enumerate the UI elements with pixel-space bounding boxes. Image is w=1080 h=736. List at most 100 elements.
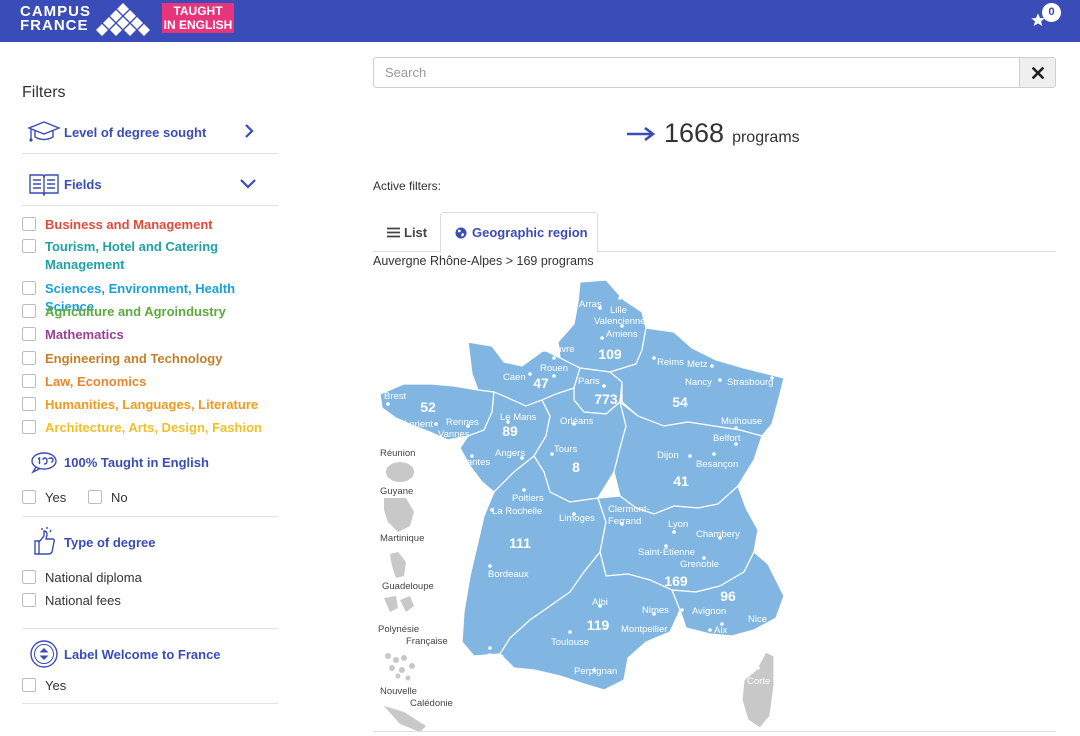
city-label: La Rochelle: [492, 506, 542, 517]
region-count: 54: [672, 394, 688, 410]
welcome-to-france-label: Label Welcome to France: [64, 646, 221, 662]
divider: [22, 153, 278, 154]
thumbs-up-icon: [26, 527, 62, 557]
overseas-polynesie[interactable]: [385, 653, 415, 681]
city-label: Mulhouse: [721, 416, 762, 427]
city-label: Paris: [578, 376, 600, 387]
badge-line-2: IN ENGLISH: [163, 18, 233, 32]
city-label: Caen: [503, 372, 526, 383]
welcome-label-icon: [26, 639, 62, 669]
option-label: National fees: [45, 593, 121, 608]
overseas-guadeloupe[interactable]: [384, 596, 414, 612]
checkbox[interactable]: [88, 490, 102, 504]
chevron-down-icon: [240, 177, 256, 192]
field-option-business[interactable]: Business and Management: [22, 216, 213, 234]
globe-icon: [455, 227, 467, 238]
checkbox[interactable]: [22, 281, 36, 295]
city-label: Avignon: [692, 606, 726, 617]
field-option-agriculture[interactable]: Agriculture and Agroindustry: [22, 303, 226, 321]
active-filters-label: Active filters:: [373, 179, 442, 193]
option-label: Yes: [45, 678, 67, 693]
checkbox[interactable]: [22, 327, 36, 341]
city-label: Angers: [495, 448, 525, 459]
fields-label: Fields: [64, 176, 102, 192]
city-label: Reims: [657, 357, 684, 368]
checkbox[interactable]: [22, 593, 36, 607]
city-label: Dijon: [657, 450, 679, 461]
field-option-tourism[interactable]: Tourism, Hotel and Catering Management: [22, 238, 232, 274]
tab-geographic-region[interactable]: Geographic region: [440, 212, 598, 253]
clear-search-button[interactable]: [1019, 57, 1056, 88]
english-option-yes[interactable]: Yes: [22, 489, 66, 507]
filter-welcome-to-france[interactable]: Label Welcome to France: [22, 630, 278, 678]
region-count: 8: [572, 459, 580, 475]
divider: [22, 205, 278, 206]
overseas-label: Guyane: [380, 486, 413, 497]
overseas-guyane[interactable]: [384, 498, 414, 532]
close-icon: [1031, 66, 1044, 79]
level-of-degree-label: Level of degree sought: [64, 124, 207, 140]
book-icon: [26, 169, 62, 199]
overseas-martinique[interactable]: [390, 552, 406, 578]
filter-taught-in-english[interactable]: 100% Taught in English: [22, 438, 278, 486]
chevron-right-icon: [244, 123, 254, 141]
overseas-reunion[interactable]: [386, 462, 414, 482]
overseas-label: Nouvelle: [380, 686, 417, 697]
city-label: Le Mans: [500, 412, 537, 423]
region-corse[interactable]: [741, 651, 775, 729]
checkbox[interactable]: [22, 374, 36, 388]
english-option-no[interactable]: No: [88, 489, 128, 507]
city-label: Toulouse: [551, 637, 589, 648]
city-label: Valenciennes: [594, 316, 651, 327]
filter-level-of-degree[interactable]: Level of degree sought: [22, 108, 278, 156]
filters-title: Filters: [22, 84, 66, 101]
favorites-count-badge: 0: [1042, 3, 1061, 22]
field-label: Agriculture and Agroindustry: [45, 304, 226, 319]
field-option-architecture[interactable]: Architecture, Arts, Design, Fashion: [22, 419, 262, 437]
checkbox[interactable]: [22, 217, 36, 231]
field-option-law[interactable]: Law, Economics: [22, 373, 146, 391]
city-label: Pau: [487, 652, 504, 663]
checkbox[interactable]: [22, 570, 36, 584]
city-label: Nancy: [685, 377, 712, 388]
checkbox[interactable]: [22, 420, 36, 434]
filter-type-of-degree[interactable]: Type of degree: [22, 518, 278, 566]
arrow-right-icon: [627, 126, 655, 141]
city-label: Grenoble: [680, 559, 719, 570]
field-option-mathematics[interactable]: Mathematics: [22, 326, 124, 344]
city-label: Corte: [747, 676, 770, 687]
region-count: 773: [594, 391, 618, 407]
checkbox[interactable]: [22, 304, 36, 318]
city-label: Belfort: [713, 433, 741, 444]
field-option-humanities[interactable]: Humanities, Languages, Literature: [22, 396, 258, 414]
welcome-option-yes[interactable]: Yes: [22, 677, 66, 695]
search-input[interactable]: [373, 57, 1020, 88]
campus-france-logo[interactable]: CAMPUS FRANCE: [20, 4, 91, 33]
diamond-logo-icon: [96, 3, 150, 36]
region-count: 41: [673, 473, 689, 489]
degree-option-national-diploma[interactable]: National diploma: [22, 569, 142, 587]
checkbox[interactable]: [22, 397, 36, 411]
filter-fields[interactable]: Fields: [22, 160, 278, 208]
degree-option-national-fees[interactable]: National fees: [22, 592, 121, 610]
city-label: Bordeaux: [488, 569, 529, 580]
favorites-button[interactable]: 0: [1030, 3, 1064, 29]
search-bar: [373, 57, 1056, 88]
city-label: Ferrand: [608, 516, 641, 527]
field-label: Law, Economics: [45, 374, 147, 389]
region-count: 47: [533, 375, 549, 391]
overseas-nouvelle-caledonie[interactable]: [384, 706, 426, 732]
region-count: 96: [720, 588, 736, 604]
city-label: Le Havre: [536, 344, 575, 355]
city-label: Nice: [748, 614, 767, 625]
tab-list[interactable]: List: [387, 212, 427, 252]
checkbox[interactable]: [22, 351, 36, 365]
region-count: 111: [509, 535, 531, 551]
divider: [22, 516, 278, 517]
tab-list-label: List: [404, 224, 428, 240]
field-option-engineering[interactable]: Engineering and Technology: [22, 350, 222, 368]
checkbox[interactable]: [22, 678, 36, 692]
checkbox[interactable]: [22, 490, 36, 504]
checkbox[interactable]: [22, 239, 36, 253]
city-label: Chambery: [696, 529, 740, 540]
